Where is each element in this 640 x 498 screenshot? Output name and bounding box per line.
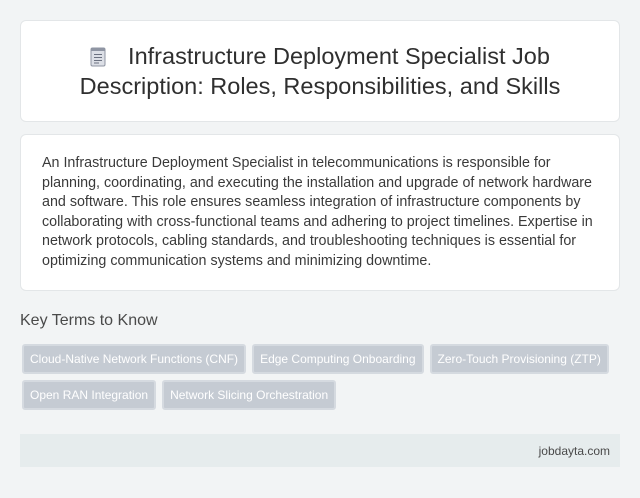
- key-term-tag[interactable]: Open RAN Integration: [22, 380, 157, 410]
- description-card: An Infrastructure Deployment Specialist …: [20, 134, 620, 291]
- title-text: Infrastructure Deployment Specialist Job…: [79, 43, 561, 99]
- key-term-tag[interactable]: Edge Computing Onboarding: [252, 344, 424, 374]
- key-terms-list: Cloud-Native Network Functions (CNF) Edg…: [20, 344, 620, 410]
- key-term-tag[interactable]: Network Slicing Orchestration: [162, 380, 337, 410]
- page: Infrastructure Deployment Specialist Job…: [0, 0, 640, 498]
- page-title: Infrastructure Deployment Specialist Job…: [51, 41, 589, 101]
- title-card: Infrastructure Deployment Specialist Job…: [20, 20, 620, 122]
- key-term-tag[interactable]: Zero-Touch Provisioning (ZTP): [429, 344, 609, 374]
- document-icon: [90, 47, 106, 67]
- description-text: An Infrastructure Deployment Specialist …: [42, 155, 593, 269]
- footer-site-link[interactable]: jobdayta.com: [539, 444, 610, 458]
- key-term-tag[interactable]: Cloud-Native Network Functions (CNF): [22, 344, 247, 374]
- footer: jobdayta.com: [20, 434, 620, 467]
- key-terms-heading: Key Terms to Know: [20, 312, 158, 329]
